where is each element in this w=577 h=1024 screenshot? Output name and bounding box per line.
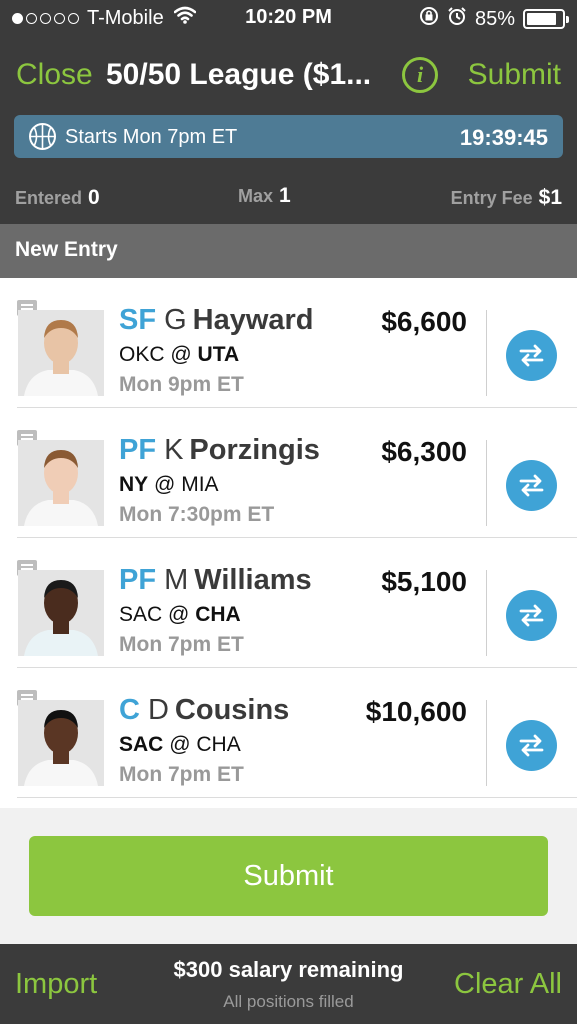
home-team: MIA [181, 473, 219, 496]
max-stat: Max 1 [238, 184, 291, 208]
swap-player-button[interactable] [506, 590, 557, 641]
max-label: Max [238, 186, 274, 206]
info-icon[interactable]: i [402, 57, 438, 93]
player-name-line: C D Cousins [119, 694, 289, 727]
row-divider [486, 700, 487, 786]
player-name-line: SF G Hayward [119, 304, 314, 337]
player-position: PF [119, 564, 157, 596]
swap-arrows-icon [519, 604, 544, 627]
game-time: Mon 7pm ET [119, 763, 244, 786]
at-symbol: @ [154, 473, 176, 496]
start-banner-wrap: Starts Mon 7pm ET 19:39:45 [0, 114, 577, 170]
matchup: NY @ MIA [119, 473, 320, 497]
at-symbol: @ [170, 343, 192, 366]
max-value: 1 [279, 184, 291, 207]
at-symbol: @ [169, 733, 191, 756]
player-last-name: Cousins [174, 694, 290, 726]
player-row[interactable]: SF G Hayward OKC @ UTA Mon 9pm ET $6,600 [17, 278, 577, 408]
entry-fee-value: $1 [538, 186, 562, 209]
alarm-icon [447, 6, 467, 32]
swap-arrows-icon [519, 474, 544, 497]
swap-arrows-icon [519, 344, 544, 367]
swap-player-button[interactable] [506, 460, 557, 511]
player-headshot [18, 440, 104, 526]
swap-player-button[interactable] [506, 330, 557, 381]
row-divider [486, 310, 487, 396]
submit-button[interactable]: Submit [29, 836, 548, 916]
matchup: SAC @ CHA [119, 603, 312, 627]
entered-label: Entered [15, 188, 83, 208]
battery-percent: 85% [474, 7, 515, 30]
home-team: CHA [195, 603, 241, 626]
player-last-name: Porzingis [189, 434, 320, 466]
player-headshot [18, 310, 104, 396]
game-time: Mon 9pm ET [119, 373, 244, 396]
player-info: SF G Hayward OKC @ UTA Mon 9pm ET [119, 304, 314, 397]
home-team: UTA [197, 343, 240, 366]
away-team: OKC [119, 343, 165, 366]
contest-info-row: Entered 0 Max 1 Entry Fee $1 [0, 170, 577, 224]
player-row[interactable]: PF K Porzingis NY @ MIA Mon 7:30pm ET $6,3… [17, 408, 577, 538]
player-info: PF K Porzingis NY @ MIA Mon 7:30pm ET [119, 434, 320, 527]
at-symbol: @ [168, 603, 190, 626]
navigation-bar: Close 50/50 League ($1... i Submit [0, 38, 577, 114]
away-team: NY [119, 473, 149, 496]
basketball-icon [29, 123, 56, 150]
row-divider [486, 440, 487, 526]
player-last-name: Williams [194, 564, 312, 596]
start-time-text: Starts Mon 7pm ET [65, 126, 238, 148]
player-salary: $6,300 [381, 436, 467, 467]
player-first-initial: G [164, 304, 187, 336]
entry-fee-stat: Entry Fee $1 [451, 186, 562, 210]
submit-nav-button[interactable]: Submit [468, 58, 561, 92]
swap-arrows-icon [519, 734, 544, 757]
player-position: C [119, 694, 140, 726]
player-first-initial: M [164, 564, 189, 596]
status-bar-right: 85% [419, 6, 569, 32]
player-first-initial: D [147, 694, 169, 726]
player-row[interactable]: C D Cousins SAC @ CHA Mon 7pm ET $10,600 [17, 668, 577, 798]
player-name-line: PF M Williams [119, 564, 312, 597]
entered-stat: Entered 0 [15, 186, 100, 210]
contest-title: 50/50 League ($1... [106, 58, 372, 91]
player-info: PF M Williams SAC @ CHA Mon 7pm ET [119, 564, 312, 657]
home-team: CHA [196, 733, 241, 756]
start-banner: Starts Mon 7pm ET 19:39:45 [14, 115, 563, 158]
close-button[interactable]: Close [16, 58, 93, 92]
player-row[interactable]: PF M Williams SAC @ CHA Mon 7pm ET $5,100 [17, 538, 577, 668]
entry-fee-label: Entry Fee [450, 188, 533, 208]
player-info: C D Cousins SAC @ CHA Mon 7pm ET [119, 694, 289, 787]
game-time: Mon 7:30pm ET [119, 503, 275, 526]
player-last-name: Hayward [192, 304, 314, 336]
away-team: SAC [119, 733, 164, 756]
player-position: SF [119, 304, 157, 336]
row-divider [486, 570, 487, 656]
player-list: SFGHayward OKC @ UTA Mon 9pm ET $6,600 [0, 278, 577, 808]
countdown-timer: 19:39:45 [459, 125, 548, 150]
bottom-bar: Import $300 salary remaining All positio… [0, 944, 577, 1024]
player-salary: $10,600 [365, 696, 467, 727]
player-first-initial: K [164, 434, 184, 466]
clear-all-button[interactable]: Clear All [454, 968, 562, 1001]
status-bar: T-Mobile 10:20 PM 85% [0, 0, 577, 38]
game-time: Mon 7pm ET [119, 633, 244, 656]
player-headshot [18, 700, 104, 786]
away-team: SAC [119, 603, 163, 626]
entered-value: 0 [88, 186, 100, 209]
player-headshot [18, 570, 104, 656]
player-salary: $5,100 [381, 566, 467, 597]
player-position: PF [119, 434, 157, 466]
player-salary: $6,600 [381, 306, 467, 337]
swap-player-button[interactable] [506, 720, 557, 771]
player-name-line: PF K Porzingis [119, 434, 320, 467]
battery-icon [523, 9, 569, 29]
matchup: OKC @ UTA [119, 343, 314, 367]
orientation-lock-icon [419, 6, 439, 32]
matchup: SAC @ CHA [119, 733, 289, 757]
section-header: New Entry [0, 224, 577, 278]
